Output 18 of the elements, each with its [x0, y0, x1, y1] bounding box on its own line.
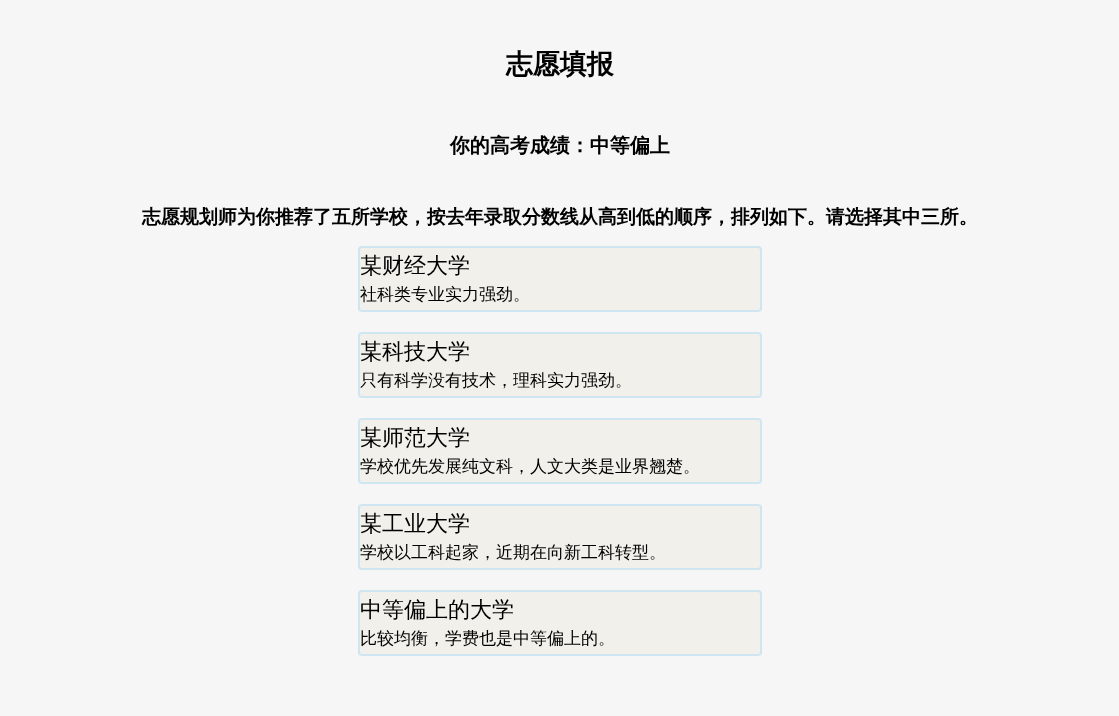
school-description: 只有科学没有技术，理科实力强劲。 [359, 369, 633, 392]
school-description: 比较均衡，学费也是中等偏上的。 [359, 627, 616, 650]
school-name: 中等偏上的大学 [359, 596, 515, 624]
school-option[interactable]: 某师范大学 学校优先发展纯文科，人文大类是业界翘楚。 [357, 418, 762, 484]
school-option[interactable]: 某工业大学 学校以工科起家，近期在向新工科转型。 [357, 504, 762, 570]
instruction-text: 志愿规划师为你推荐了五所学校，按去年录取分数线从高到低的顺序，排列如下。请选择其中三所。 [141, 204, 978, 229]
school-name: 某财经大学 [359, 252, 471, 280]
school-description: 学校优先发展纯文科，人文大类是业界翘楚。 [359, 455, 701, 478]
school-option[interactable]: 中等偏上的大学 比较均衡，学费也是中等偏上的。 [357, 590, 762, 656]
score-text: 你的高考成绩：中等偏上 [449, 132, 670, 159]
school-description: 学校以工科起家，近期在向新工科转型。 [359, 541, 667, 564]
school-name: 某科技大学 [359, 338, 471, 366]
school-option[interactable]: 某财经大学 社科类专业实力强劲。 [357, 246, 762, 312]
school-description: 社科类专业实力强劲。 [359, 283, 531, 306]
school-option[interactable]: 某科技大学 只有科学没有技术，理科实力强劲。 [357, 332, 762, 398]
page-title: 志愿填报 [505, 47, 614, 81]
school-name: 某工业大学 [359, 510, 471, 538]
school-name: 某师范大学 [359, 424, 471, 452]
